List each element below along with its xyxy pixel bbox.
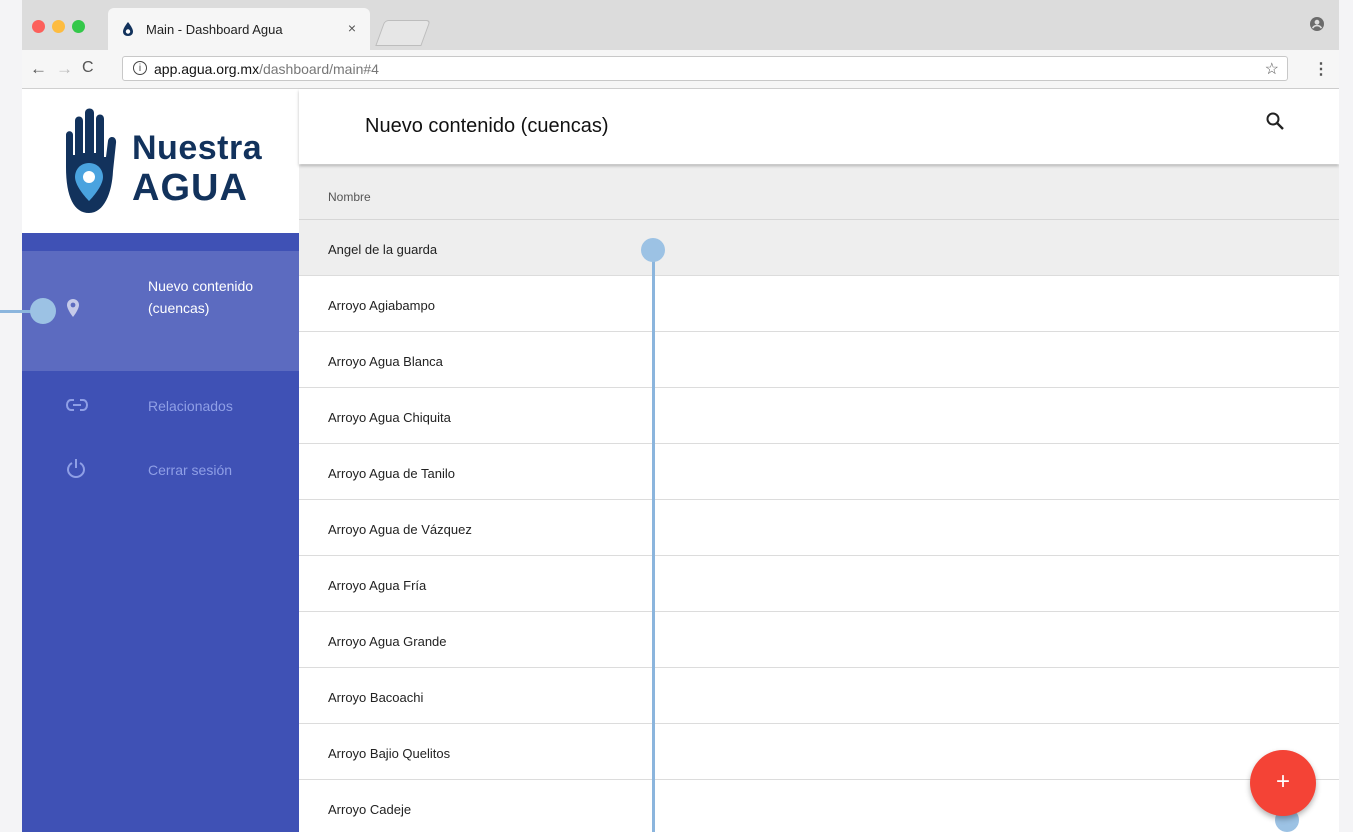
table-row[interactable]: Arroyo Agua Fría [299,556,1339,612]
location-pin-icon [66,298,80,323]
forward-button[interactable]: → [56,59,73,79]
table-row[interactable]: Arroyo Cadeje [299,780,1339,832]
sidebar-item-relacionados[interactable]: Relacionados [22,389,299,425]
table-row[interactable]: Arroyo Agua de Vázquez [299,500,1339,556]
sidebar-item-label: Cerrar sesión [148,462,233,478]
row-name: Arroyo Agua de Vázquez [328,522,472,537]
row-name: Arroyo Bajio Quelitos [328,746,451,761]
url-host: app.agua.org.mx [154,61,260,77]
annotation-line [652,252,655,832]
close-window-button[interactable] [32,20,45,33]
table-body: Angel de la guarda Arroyo Agiabampo Arro… [299,220,1339,832]
url-path: /dashboard/main#4 [259,61,379,77]
row-name: Arroyo Cadeje [328,802,412,817]
water-drop-favicon-icon [122,21,134,40]
column-header-nombre[interactable]: Nombre [328,190,371,204]
table-row[interactable]: Arroyo Agua Chiquita [299,388,1339,444]
sidebar-item-nuevo-contenido[interactable]: Nuevo contenido (cuencas) [22,251,299,371]
app-bar: Nuevo contenido (cuencas) [299,89,1339,164]
logo-text-nuestra: Nuestra [132,129,263,167]
table-row[interactable]: Angel de la guarda [299,220,1339,276]
sidebar-item-label: Nuevo contenido (cuencas) [148,278,254,316]
table-row[interactable]: Arroyo Agua Grande [299,612,1339,668]
annotation-dot [30,298,56,324]
sidebar: Nuestra AGUA Nuevo contenido (cuencas) R… [22,89,299,832]
row-name: Angel de la guarda [328,242,438,257]
url-text: app.agua.org.mx/dashboard/main#4 [154,61,379,77]
profile-icon[interactable] [1309,16,1325,37]
add-item-fab-button[interactable]: + [1250,750,1316,816]
browser-window: Main - Dashboard Agua × ← → C i app.agua… [22,0,1339,832]
main-content: Nuevo contenido (cuencas) Nombre Angel d… [299,89,1339,832]
site-info-icon[interactable]: i [133,61,147,75]
reload-button[interactable]: C [82,59,94,77]
browser-menu-icon[interactable]: ⋮ [1313,59,1329,79]
row-name: Arroyo Agua de Tanilo [328,466,455,481]
row-name: Arroyo Agiabampo [328,298,435,313]
hand-drop-logo-icon [56,105,128,222]
power-icon [66,458,86,483]
link-icon [65,398,89,417]
maximize-window-button[interactable] [72,20,85,33]
search-icon[interactable] [1265,111,1285,136]
tab-strip: Main - Dashboard Agua × [22,0,1339,50]
table-row[interactable]: Arroyo Agua Blanca [299,332,1339,388]
sidebar-item-cerrar-sesion[interactable]: Cerrar sesión [22,453,299,489]
page-title: Nuevo contenido (cuencas) [365,115,609,137]
tab-title: Main - Dashboard Agua [146,22,283,37]
row-name: Arroyo Bacoachi [328,690,424,705]
tab-close-icon[interactable]: × [348,20,356,36]
table-row[interactable]: Arroyo Agiabampo [299,276,1339,332]
address-bar[interactable]: i app.agua.org.mx/dashboard/main#4 ☆ [122,56,1288,81]
table-header: Nombre [299,165,1339,220]
table-row[interactable]: Arroyo Agua de Tanilo [299,444,1339,500]
row-name: Arroyo Agua Grande [328,634,447,649]
table-row[interactable]: Arroyo Bacoachi [299,668,1339,724]
new-tab-button[interactable] [375,20,431,46]
row-name: Arroyo Agua Chiquita [328,410,451,425]
table-row[interactable]: Arroyo Bajio Quelitos [299,724,1339,780]
bookmark-star-icon[interactable]: ☆ [1265,59,1279,79]
logo: Nuestra AGUA [22,89,299,233]
annotation-dot [641,238,665,262]
browser-toolbar: ← → C i app.agua.org.mx/dashboard/main#4… [22,50,1339,89]
row-name: Arroyo Agua Blanca [328,354,443,369]
minimize-window-button[interactable] [52,20,65,33]
logo-text-agua: AGUA [132,167,248,209]
back-button[interactable]: ← [30,59,47,79]
browser-tab[interactable]: Main - Dashboard Agua × [108,8,370,50]
row-name: Arroyo Agua Fría [328,578,427,593]
sidebar-item-label: Relacionados [148,398,233,414]
